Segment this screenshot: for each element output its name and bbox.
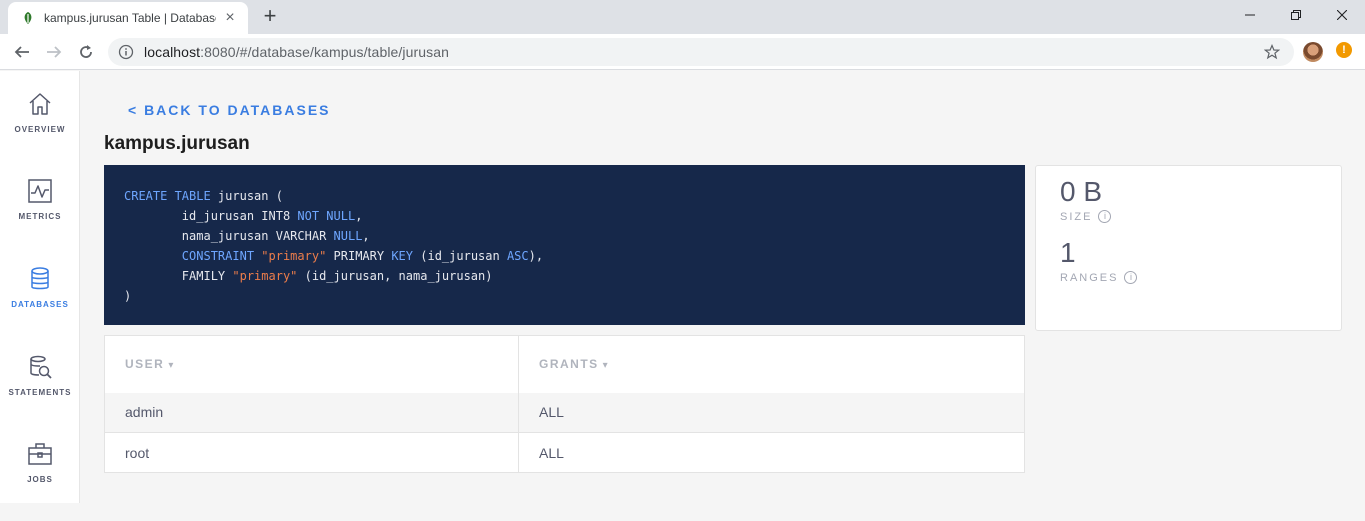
code-text: FAMILY — [124, 269, 233, 283]
restore-icon[interactable] — [1273, 0, 1319, 30]
ranges-label: RANGES i — [1060, 271, 1317, 284]
table-header-row: USER ▾ GRANTS ▾ — [104, 335, 1025, 393]
home-icon — [29, 93, 51, 115]
tab-close-icon[interactable]: × — [222, 10, 238, 26]
browser-tab-bar: kampus.jurusan Table | Databases × + — [0, 0, 1365, 34]
column-header-user[interactable]: USER ▾ — [104, 335, 519, 393]
create-statement-box: CREATE TABLE jurusan ( id_jurusan INT8 N… — [104, 165, 1025, 325]
code-text: , — [355, 209, 363, 223]
sidebar-item-label: JOBS — [27, 475, 53, 484]
ranges-value: 1 — [1060, 237, 1076, 268]
page-title: kampus.jurusan — [104, 133, 250, 154]
code-keyword: CONSTRAINT — [124, 249, 255, 263]
code-text: ) — [124, 289, 132, 303]
address-bar[interactable]: localhost:8080/#/database/kampus/table/j… — [108, 38, 1294, 66]
url-path: :8080/#/database/kampus/table/jurusan — [200, 44, 450, 60]
statements-icon — [30, 355, 52, 379]
tab-title: kampus.jurusan Table | Databases — [44, 11, 216, 25]
code-keyword: NULL — [333, 229, 363, 243]
create-statement-code: CREATE TABLE jurusan ( id_jurusan INT8 N… — [124, 186, 1005, 306]
code-text: , — [362, 229, 370, 243]
table-stats-card: 0 B SIZE i 1 RANGES i — [1035, 165, 1342, 331]
grants-cell: ALL — [518, 432, 1025, 473]
table-row: root ALL — [104, 432, 1025, 473]
size-label-text: SIZE — [1060, 210, 1093, 223]
browser-toolbar: localhost:8080/#/database/kampus/table/j… — [0, 34, 1365, 70]
sidebar-item-label: OVERVIEW — [14, 125, 66, 134]
code-text: jurusan ( — [210, 189, 283, 203]
grants-cell: ALL — [518, 392, 1025, 433]
code-text: (id_jurusan, nama_jurusan) — [297, 269, 493, 283]
code-text: nama_jurusan VARCHAR — [124, 229, 334, 243]
back-arrow-icon[interactable] — [10, 40, 34, 64]
database-icon — [31, 267, 49, 290]
grants-table: USER ▾ GRANTS ▾ admin ALL root ALL — [104, 335, 1025, 473]
sidebar: OVERVIEW METRICS DATABASES STATEMENTS JO… — [0, 71, 80, 503]
chart-icon — [28, 179, 52, 203]
ranges-label-text: RANGES — [1060, 271, 1119, 284]
back-to-databases-link[interactable]: < BACK TO DATABASES — [128, 102, 331, 118]
code-text: ), — [528, 249, 544, 263]
user-cell: root — [104, 432, 519, 473]
sort-arrow-icon: ▾ — [168, 360, 175, 372]
cockroach-favicon-icon — [24, 12, 32, 24]
forward-arrow-icon[interactable] — [42, 40, 66, 64]
url-host: localhost — [144, 44, 201, 60]
sidebar-item-statements[interactable]: STATEMENTS — [0, 354, 80, 434]
sidebar-item-overview[interactable]: OVERVIEW — [0, 91, 80, 171]
sidebar-item-metrics[interactable]: METRICS — [0, 178, 80, 258]
update-alert-icon[interactable]: ! — [1336, 42, 1352, 58]
site-info-icon[interactable] — [118, 44, 134, 60]
code-string: "primary" — [232, 269, 298, 283]
sidebar-item-label: DATABASES — [11, 300, 69, 309]
sidebar-item-label: STATEMENTS — [8, 388, 72, 397]
size-label: SIZE i — [1060, 210, 1317, 223]
minimize-icon[interactable] — [1227, 0, 1273, 30]
column-header-label: GRANTS — [539, 357, 599, 372]
ranges-info-icon[interactable]: i — [1124, 271, 1138, 284]
bookmark-star-icon[interactable] — [1264, 44, 1280, 60]
sidebar-item-label: METRICS — [18, 212, 62, 221]
column-header-label: USER — [125, 357, 165, 372]
code-keyword: ASC — [506, 249, 529, 263]
size-info-icon[interactable]: i — [1098, 210, 1112, 223]
code-keyword: NOT NULL — [297, 209, 356, 223]
close-window-icon[interactable] — [1319, 0, 1365, 30]
sort-arrow-icon: ▾ — [602, 360, 610, 372]
code-keyword: KEY — [391, 249, 414, 263]
code-text: id_jurusan INT8 — [124, 209, 298, 223]
browser-tab[interactable]: kampus.jurusan Table | Databases × — [8, 2, 248, 34]
profile-avatar[interactable] — [1303, 42, 1323, 62]
column-header-grants[interactable]: GRANTS ▾ — [518, 335, 1025, 393]
size-value: 0 B — [1060, 176, 1103, 207]
code-text: (id_jurusan — [413, 249, 507, 263]
sidebar-item-databases[interactable]: DATABASES — [0, 266, 80, 346]
briefcase-icon — [28, 443, 52, 465]
reload-icon[interactable] — [74, 40, 98, 64]
new-tab-button[interactable]: + — [258, 5, 282, 29]
code-string: "primary" — [254, 249, 327, 263]
table-row: admin ALL — [104, 392, 1025, 433]
url-text: localhost:8080/#/database/kampus/table/j… — [144, 44, 449, 60]
sidebar-item-jobs[interactable]: JOBS — [0, 441, 80, 521]
code-keyword: CREATE TABLE — [124, 189, 211, 203]
user-cell: admin — [104, 392, 519, 433]
code-text: PRIMARY — [326, 249, 392, 263]
